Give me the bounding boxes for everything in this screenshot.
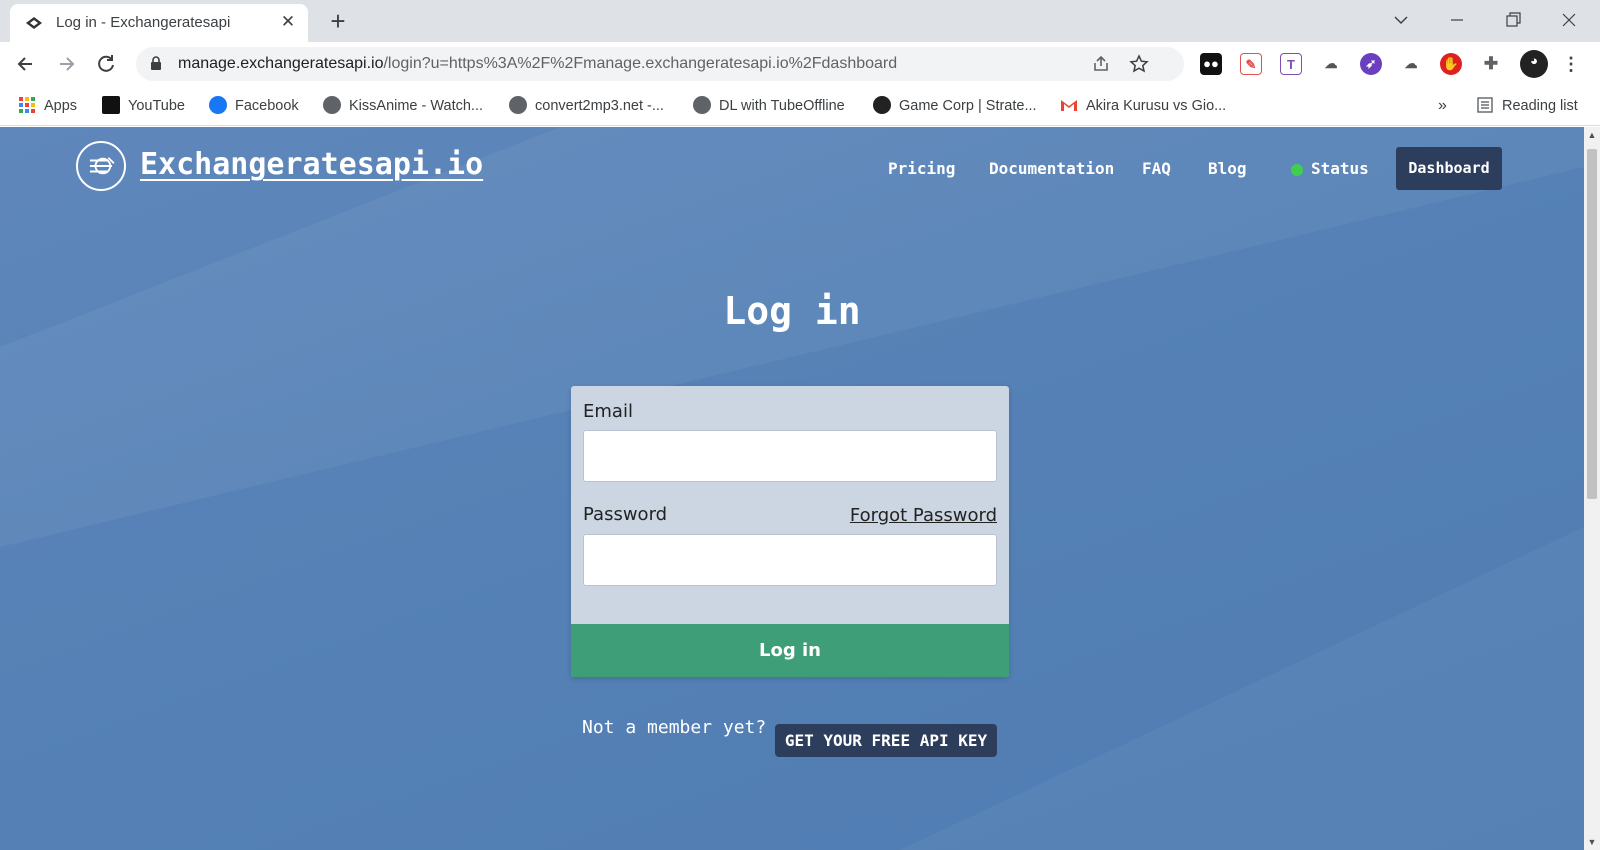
globe-icon <box>693 96 711 114</box>
cloud-extension-icon[interactable]: ☁ <box>1320 53 1342 75</box>
dashboard-button[interactable]: Dashboard <box>1396 147 1502 190</box>
browser-toolbar: manage.exchangeratesapi.io/login?u=https… <box>0 42 1600 86</box>
bookmarks-bar: Apps YouTube Facebook KissAnime - Watch.… <box>0 86 1600 126</box>
brand-name-link[interactable]: Exchangeratesapi.io <box>140 147 483 182</box>
browser-tab[interactable]: Log in - Exchangeratesapi ✕ <box>10 4 308 42</box>
facebook-icon <box>209 96 227 114</box>
exchange-favicon-icon <box>26 17 42 29</box>
bookmark-label: DL with TubeOffline <box>719 98 845 114</box>
bookmark-tubeoffline[interactable]: DL with TubeOffline <box>693 96 845 116</box>
free-api-key-button[interactable]: GET YOUR FREE API KEY <box>775 724 997 757</box>
page-content: Exchangeratesapi.io Pricing Documentatio… <box>0 127 1584 850</box>
nav-documentation[interactable]: Documentation <box>989 159 1114 178</box>
url-host: manage.exchangeratesapi.io <box>178 55 384 72</box>
address-bar[interactable]: manage.exchangeratesapi.io/login?u=https… <box>136 47 1184 81</box>
reading-list-button[interactable]: Reading list <box>1476 96 1578 116</box>
share-icon[interactable] <box>1090 53 1112 75</box>
login-button[interactable]: Log in <box>571 624 1009 677</box>
exchange-logo-icon[interactable] <box>76 141 126 191</box>
email-label: Email <box>583 401 633 422</box>
scroll-down-icon[interactable]: ▼ <box>1584 834 1600 850</box>
password-label: Password <box>583 504 668 525</box>
new-tab-button[interactable]: + <box>324 8 352 36</box>
page-title: Log in <box>723 289 861 333</box>
bookmark-youtube[interactable]: YouTube <box>102 96 185 116</box>
nav-pricing[interactable]: Pricing <box>888 159 955 178</box>
tampermonkey-extension-icon[interactable]: ●● <box>1200 53 1222 75</box>
url-path: /login?u=https%3A%2F%2Fmanage.exchangera… <box>383 55 898 72</box>
bookmark-kissanime[interactable]: KissAnime - Watch... <box>323 96 483 116</box>
bookmark-label: KissAnime - Watch... <box>349 98 484 114</box>
bookmark-gmail[interactable]: Akira Kurusu vs Gio... <box>1060 96 1226 116</box>
adblock-extension-icon[interactable]: ✋ <box>1440 53 1462 75</box>
gamepad-extension-icon[interactable]: ☁ <box>1400 53 1422 75</box>
bookmark-label: Game Corp | Strate... <box>899 98 1037 114</box>
scroll-thumb[interactable] <box>1587 149 1597 499</box>
apps-grid-icon <box>19 97 35 113</box>
bookmark-apps[interactable]: Apps <box>18 96 77 116</box>
youtube-icon <box>102 96 120 114</box>
url-text[interactable]: manage.exchangeratesapi.io/login?u=https… <box>178 55 897 73</box>
bookmark-label: YouTube <box>128 98 185 114</box>
reading-list-icon <box>1477 97 1493 113</box>
forgot-password-link[interactable]: Forgot Password <box>850 505 997 526</box>
not-member-text: Not a member yet? <box>582 717 767 738</box>
email-field[interactable] <box>583 430 997 482</box>
tab-strip: Log in - Exchangeratesapi ✕ + <box>0 0 1600 42</box>
close-tab-icon[interactable]: ✕ <box>278 12 298 32</box>
minimize-icon[interactable] <box>1442 6 1472 34</box>
tab-title: Log in - Exchangeratesapi <box>56 14 231 31</box>
restore-icon[interactable] <box>1498 6 1528 34</box>
close-window-icon[interactable] <box>1554 6 1584 34</box>
password-field[interactable] <box>583 534 997 586</box>
page-scrollbar[interactable]: ▲ ▼ <box>1584 127 1600 850</box>
profile-avatar-icon[interactable]: ◕ <box>1520 50 1548 78</box>
bookmark-gamecorp[interactable]: Game Corp | Strate... <box>873 96 1037 116</box>
back-icon[interactable] <box>12 50 40 78</box>
bookmark-label: Apps <box>44 98 78 114</box>
gmail-icon <box>1061 100 1077 111</box>
menu-kebab-icon[interactable]: ⋮ <box>1560 53 1582 75</box>
bookmark-convert2mp3[interactable]: convert2mp3.net -... <box>509 96 664 116</box>
github-icon <box>873 96 891 114</box>
reload-icon[interactable] <box>92 50 120 78</box>
globe-icon <box>509 96 527 114</box>
scroll-up-icon[interactable]: ▲ <box>1584 127 1600 143</box>
dictionary-extension-icon[interactable]: ✎ <box>1240 53 1262 75</box>
star-icon[interactable] <box>1128 53 1150 75</box>
nav-blog[interactable]: Blog <box>1208 159 1247 178</box>
bookmark-label: Akira Kurusu vs Gio... <box>1086 98 1227 114</box>
bookmark-label: convert2mp3.net -... <box>535 98 664 114</box>
globe-icon <box>323 96 341 114</box>
extensions-puzzle-icon[interactable]: ✚ <box>1480 53 1502 75</box>
bookmarks-overflow-button[interactable]: » <box>1438 96 1447 116</box>
forward-icon[interactable] <box>52 50 80 78</box>
tc-extension-icon[interactable]: T <box>1280 53 1302 75</box>
nav-status[interactable]: Status <box>1311 159 1369 178</box>
feather-extension-icon[interactable]: ➶ <box>1360 53 1382 75</box>
lock-icon <box>151 56 161 70</box>
tab-search-icon[interactable] <box>1386 6 1416 34</box>
nav-faq[interactable]: FAQ <box>1142 159 1171 178</box>
bookmark-facebook[interactable]: Facebook <box>209 96 299 116</box>
reading-list-label: Reading list <box>1502 98 1578 114</box>
status-indicator-icon <box>1291 164 1303 176</box>
bookmark-label: Facebook <box>235 98 299 114</box>
login-form: Email Password Forgot Password Log in <box>571 386 1009 677</box>
